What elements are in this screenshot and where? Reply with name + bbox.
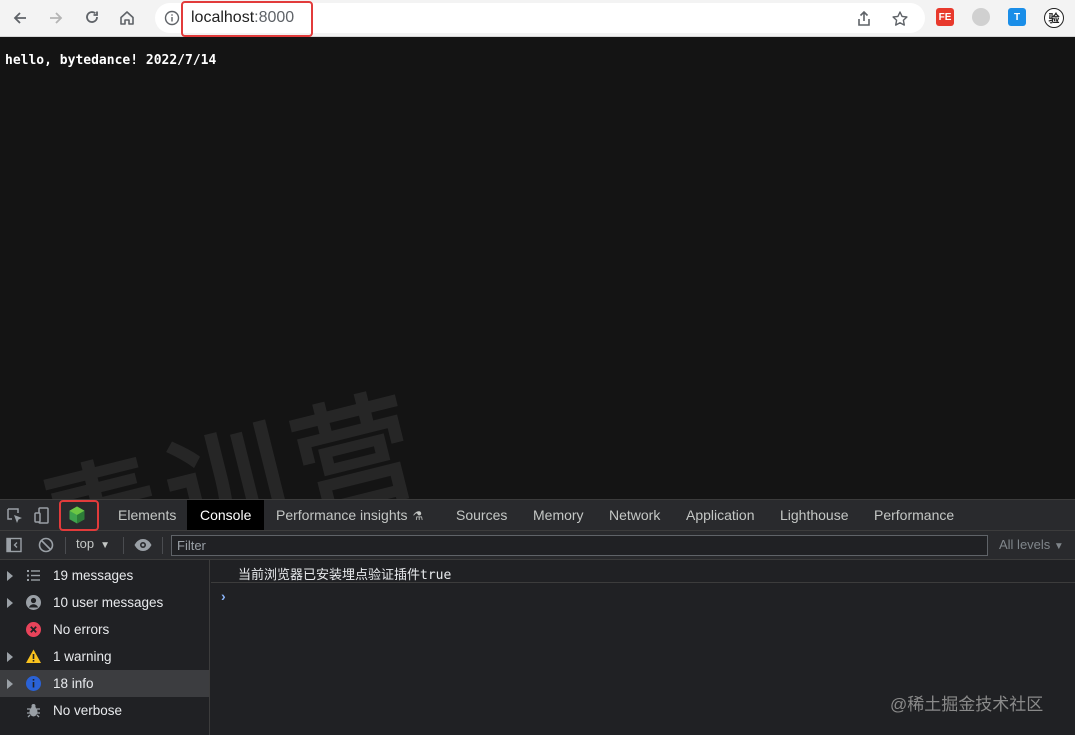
fe-helper-label: FE [938,11,952,23]
sidebar-item-label: 18 info [53,676,94,691]
sidebar-item-label: 19 messages [53,568,134,583]
sidebar-item-label: 1 warning [53,649,112,664]
expand-arrow-icon[interactable] [7,652,13,662]
error-icon [26,622,41,637]
sidebar-item-label: No verbose [53,703,123,718]
expand-arrow-icon[interactable] [7,598,13,608]
experiment-flask-icon: ⚗ [412,509,424,523]
log-levels-dropdown[interactable]: All levels ▼ [999,537,1064,552]
user-icon [26,595,41,610]
tab-performance-insights-label: Performance insights [276,507,408,523]
address-bar[interactable]: localhost:8000 [155,1,925,37]
chevron-down-icon: ▼ [100,540,110,551]
back-button[interactable] [6,5,34,31]
home-button[interactable] [113,5,141,31]
verify-label: 验 [1048,13,1060,25]
toolbar-divider [162,537,163,554]
tab-memory[interactable]: Memory [520,500,597,530]
live-expression-eye-icon[interactable] [133,536,153,554]
tab-elements[interactable]: Elements [105,500,189,530]
context-selector[interactable]: top ▼ [76,536,110,551]
arrow-right-icon [50,12,63,24]
forward-button[interactable] [42,5,70,31]
tab-console[interactable]: Console [187,500,265,530]
translate-label: T [1013,11,1021,23]
device-toolbar-icon[interactable] [33,506,53,526]
share-icon[interactable] [855,10,873,28]
sidebar-item-label: No errors [53,622,110,637]
info-icon [26,676,41,691]
console-toolbar: top ▼ All levels ▼ [0,531,1075,560]
vue-devtools-cube-icon[interactable] [67,505,87,525]
context-value: top [76,536,95,551]
site-info-icon[interactable] [164,10,180,26]
console-filter-input[interactable] [171,535,988,556]
arrow-left-icon [13,12,26,24]
sidebar-item-info[interactable]: 18 info [0,670,209,697]
sidebar-item-verbose[interactable]: No verbose [0,697,209,724]
console-prompt[interactable]: › [221,588,226,604]
devtools-tab-bar: Elements Console Performance insights ⚗ S… [0,499,1075,531]
expand-arrow-icon[interactable] [7,571,13,581]
sidebar-item-user-messages[interactable]: 10 user messages [0,589,209,616]
home-icon [120,11,134,25]
tab-performance-insights[interactable]: Performance insights ⚗ [263,500,436,530]
grey-extension-icon[interactable] [972,8,990,26]
sidebar-item-warnings[interactable]: 1 warning [0,643,209,670]
list-icon [27,570,40,581]
tab-application[interactable]: Application [673,500,768,530]
warning-icon [26,649,41,663]
page-body-text: hello, bytedance! 2022/7/14 [5,53,217,68]
inspect-element-icon[interactable] [5,506,25,526]
reload-button[interactable] [78,5,106,31]
verify-extension-icon[interactable]: 验 [1044,8,1064,28]
bug-icon [27,704,40,718]
clear-console-icon[interactable] [37,536,55,554]
browser-toolbar: localhost:8000 FE T 验 [0,0,1075,37]
toggle-sidebar-icon[interactable] [5,536,23,554]
console-sidebar: 19 messages 10 user messages No errors 1… [0,560,210,735]
toolbar-divider [123,537,124,554]
reload-icon [86,11,98,23]
url-text[interactable]: localhost:8000 [191,8,294,28]
log-levels-value: All levels [999,537,1051,552]
expand-arrow-icon[interactable] [7,679,13,689]
bookmark-star-icon[interactable] [891,10,909,28]
console-message: 当前浏览器已安装埋点验证插件true [211,560,1075,583]
url-host: localhost [191,9,255,26]
fe-helper-extension-icon[interactable]: FE [936,8,954,26]
toolbar-divider [65,537,66,554]
site-credit: @稀土掘金技术社区 [890,695,1044,714]
sidebar-item-errors[interactable]: No errors [0,616,209,643]
tab-sources[interactable]: Sources [443,500,520,530]
translate-extension-icon[interactable]: T [1008,8,1026,26]
url-port: :8000 [254,9,295,26]
tab-lighthouse[interactable]: Lighthouse [767,500,862,530]
console-message-text: 当前浏览器已安装埋点验证插件true [238,568,452,583]
chevron-down-icon: ▼ [1053,541,1064,552]
sidebar-item-messages[interactable]: 19 messages [0,562,209,589]
tab-performance[interactable]: Performance [861,500,967,530]
sidebar-item-label: 10 user messages [53,595,164,610]
tab-network[interactable]: Network [596,500,673,530]
